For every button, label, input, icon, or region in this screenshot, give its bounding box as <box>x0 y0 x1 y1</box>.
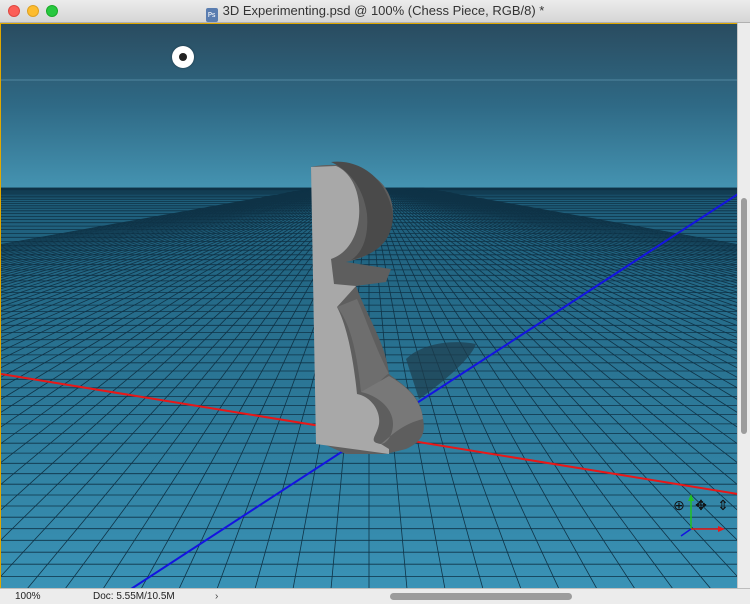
pan-3d-camera-icon[interactable]: ✥ <box>693 497 709 513</box>
psd-file-icon: Ps <box>205 8 218 22</box>
dolly-3d-camera-icon[interactable]: ⇕ <box>715 497 731 513</box>
zoom-level-field[interactable]: 100% <box>0 589 60 604</box>
document-title: Ps 3D Experimenting.psd @ 100% (Chess Pie… <box>0 3 750 22</box>
vertical-scrollbar[interactable] <box>737 23 750 588</box>
orbit-3d-camera-icon[interactable]: ⊕ <box>671 497 687 513</box>
title-bar: Ps 3D Experimenting.psd @ 100% (Chess Pie… <box>0 0 750 23</box>
canvas-3d-viewport[interactable]: ⊕ ✥ ⇕ <box>0 23 737 588</box>
light-bulb-icon[interactable] <box>172 46 194 68</box>
sky-background <box>1 24 737 189</box>
status-bar: 100% Doc: 5.55M/10.5M › <box>0 588 750 604</box>
horizontal-scroll-thumb[interactable] <box>390 593 572 600</box>
photoshop-document-window: Ps 3D Experimenting.psd @ 100% (Chess Pie… <box>0 0 750 604</box>
scene-svg[interactable] <box>1 24 737 588</box>
document-size-info[interactable]: Doc: 5.55M/10.5M <box>93 589 175 604</box>
document-title-text: 3D Experimenting.psd @ 100% (Chess Piece… <box>222 3 545 18</box>
vertical-scroll-thumb[interactable] <box>741 198 747 434</box>
status-menu-arrow[interactable]: › <box>215 589 218 604</box>
